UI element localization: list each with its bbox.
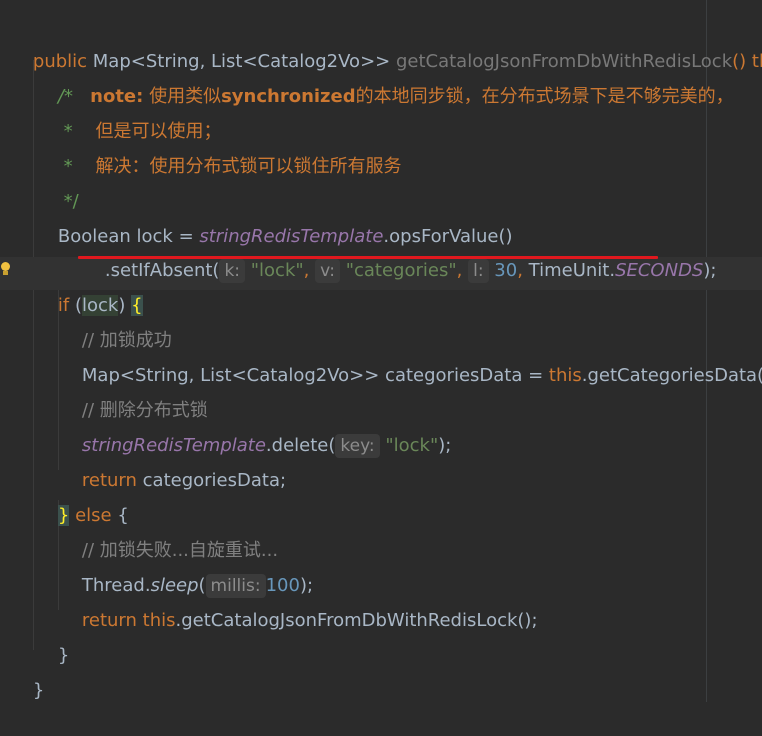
code-line-lock-declaration[interactable]: Boolean lock = stringRedisTemplate.opsFo… bbox=[35, 192, 513, 247]
code-line-doc-comment[interactable]: * 但是可以使用； bbox=[35, 87, 222, 142]
code-line-sleep[interactable]: Thread.sleep(millis: 100); bbox=[59, 541, 313, 598]
comma: , bbox=[456, 260, 469, 281]
code-line-return-recursive[interactable]: return this.getCatalogJsonFromDbWithRedi… bbox=[59, 576, 538, 631]
code-line-if[interactable]: if (lock) { bbox=[35, 261, 143, 316]
comment-text: 的本地同步锁，在分布式场景下是不够完美的， bbox=[355, 86, 734, 107]
method-call: .getCategoriesData(); bbox=[581, 365, 762, 386]
red-underline-annotation bbox=[78, 256, 658, 259]
param-hint-v: v: bbox=[315, 259, 340, 283]
code-line-close-method[interactable]: } bbox=[10, 646, 44, 701]
keyword-this: this bbox=[548, 365, 582, 386]
string-arg: "lock" bbox=[385, 435, 439, 456]
signature-tail: () thr bbox=[732, 51, 762, 72]
keyword-this: this bbox=[142, 610, 176, 631]
code-line-doc-comment[interactable]: /* note: 使用类似synchronized的本地同步锁，在分布式场景下是… bbox=[35, 52, 734, 107]
statement-end: ); bbox=[703, 260, 717, 281]
code-line-else[interactable]: } else { bbox=[35, 471, 129, 526]
indent-guide bbox=[33, 60, 34, 650]
code-line-close-else[interactable]: } bbox=[35, 611, 69, 666]
code-editor[interactable]: public Map<String, List<Catalog2Vo>> get… bbox=[0, 0, 762, 702]
comma: , bbox=[303, 260, 316, 281]
code-line-comment[interactable]: // 删除分布式锁 bbox=[59, 366, 208, 421]
keyword-return: return bbox=[81, 610, 143, 631]
comma: , bbox=[517, 260, 529, 281]
code-line-doc-comment[interactable]: */ bbox=[35, 157, 79, 212]
code-line-comment[interactable]: // 加锁成功 bbox=[59, 296, 172, 351]
string-arg: "categories" bbox=[345, 260, 457, 281]
param-hint-key: key: bbox=[335, 434, 380, 458]
param-hint-k: k: bbox=[219, 259, 246, 283]
code-line-return[interactable]: return categoriesData; bbox=[59, 436, 286, 491]
return-value: categoriesData; bbox=[142, 470, 287, 491]
number-arg: 30 bbox=[494, 260, 518, 281]
code-line-set-if-absent[interactable]: .setIfAbsent(k: "lock", v: "categories",… bbox=[82, 226, 716, 283]
code-line-delete[interactable]: stringRedisTemplate.delete(key: "lock"); bbox=[59, 401, 451, 458]
timeunit-constant: SECONDS bbox=[615, 260, 704, 281]
method-call: .getCatalogJsonFromDbWithRedisLock(); bbox=[175, 610, 538, 631]
param-hint-l: l: bbox=[468, 259, 489, 283]
timeunit-class: TimeUnit. bbox=[528, 260, 616, 281]
lightbulb-icon[interactable] bbox=[0, 262, 10, 276]
string-arg: "lock" bbox=[250, 260, 304, 281]
code-line-doc-comment[interactable]: * 解决：使用分布式锁可以锁住所有服务 bbox=[35, 122, 402, 177]
statement-end: ); bbox=[438, 435, 452, 456]
code-line-method-signature[interactable]: public Map<String, List<Catalog2Vo>> get… bbox=[10, 17, 762, 72]
code-line-comment[interactable]: // 加锁失败...自旋重试... bbox=[59, 506, 278, 561]
comment-text: 解决：使用分布式锁可以锁住所有服务 bbox=[95, 156, 402, 177]
brace-close: } bbox=[57, 645, 70, 666]
code-line-categories-data[interactable]: Map<String, List<Catalog2Vo>> categories… bbox=[59, 331, 762, 386]
brace-close: } bbox=[32, 680, 45, 701]
comment-sync: synchronized bbox=[221, 86, 356, 107]
